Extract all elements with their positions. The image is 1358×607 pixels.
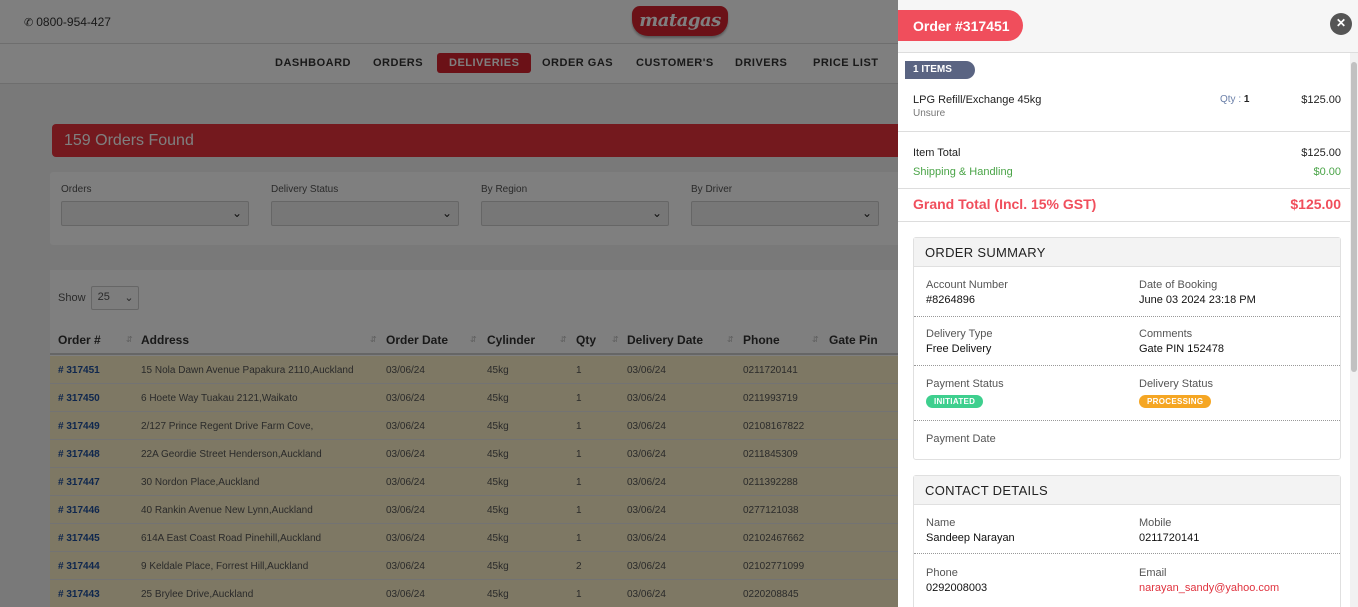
contact-phone-label: Phone — [926, 567, 958, 579]
account-number: Account Number #8264896 — [926, 279, 1008, 306]
delivery-type: Delivery Type Free Delivery — [926, 328, 992, 355]
divider — [898, 131, 1350, 132]
delivery-status: Delivery Status PROCESSING — [1139, 378, 1213, 408]
contact-name-value: Sandeep Narayan — [926, 532, 1015, 544]
contact-email: Email narayan_sandy@yahoo.com — [1139, 567, 1279, 594]
contact-email-link[interactable]: narayan_sandy@yahoo.com — [1139, 582, 1279, 594]
item-qty-label: Qty : — [1220, 94, 1242, 105]
order-summary-card: ORDER SUMMARY Account Number #8264896 Da… — [913, 237, 1341, 460]
scrollbar-thumb[interactable] — [1351, 62, 1357, 372]
delivery-status-label: Delivery Status — [1139, 378, 1213, 390]
booking-date: Date of Booking June 03 2024 23:18 PM — [1139, 279, 1256, 306]
item-name: LPG Refill/Exchange 45kg — [913, 94, 1042, 106]
contact-email-label: Email — [1139, 567, 1167, 579]
divider — [914, 553, 1340, 554]
payment-date-label: Payment Date — [926, 433, 996, 445]
booking-date-label: Date of Booking — [1139, 279, 1218, 291]
order-detail-panel: Order #317451 ✕ 1 ITEMS LPG Refill/Excha… — [898, 0, 1358, 607]
contact-name: Name Sandeep Narayan — [926, 517, 1015, 544]
contact-details-card: CONTACT DETAILS Name Sandeep Narayan Mob… — [913, 475, 1341, 607]
panel-header: Order #317451 ✕ — [898, 0, 1358, 53]
panel-scrollbar[interactable] — [1350, 53, 1358, 607]
payment-status-label: Payment Status — [926, 378, 1004, 390]
item-total-value: $125.00 — [1301, 147, 1341, 159]
divider — [914, 316, 1340, 317]
divider — [898, 221, 1350, 222]
contact-mobile-label: Mobile — [1139, 517, 1172, 529]
comments-label: Comments — [1139, 328, 1193, 340]
divider — [914, 365, 1340, 366]
item-qty: Qty : 1 — [1220, 94, 1249, 105]
delivery-type-value: Free Delivery — [926, 343, 992, 355]
grand-total-value: $125.00 — [1290, 196, 1341, 212]
contact-name-label: Name — [926, 517, 956, 529]
order-summary-title: ORDER SUMMARY — [914, 238, 1340, 267]
close-icon[interactable]: ✕ — [1330, 13, 1352, 35]
order-number-title: Order #317451 — [898, 10, 1023, 41]
comments-value: Gate PIN 152478 — [1139, 343, 1225, 355]
modal-backdrop[interactable] — [0, 0, 898, 607]
item-qty-value: 1 — [1243, 94, 1250, 105]
payment-date: Payment Date — [926, 433, 996, 448]
contact-details-title: CONTACT DETAILS — [914, 476, 1340, 505]
items-count-badge: 1 ITEMS — [905, 61, 975, 79]
shipping-label: Shipping & Handling — [913, 166, 1013, 178]
account-number-value: #8264896 — [926, 294, 975, 306]
contact-phone-value: 0292008003 — [926, 582, 988, 594]
shipping-value: $0.00 — [1313, 166, 1341, 178]
comments: Comments Gate PIN 152478 — [1139, 328, 1224, 355]
account-number-label: Account Number — [926, 279, 1008, 291]
item-variant: Unsure — [913, 108, 946, 119]
grand-total-label: Grand Total (Incl. 15% GST) — [913, 196, 1097, 212]
item-price: $125.00 — [1301, 94, 1341, 106]
contact-mobile: Mobile 0211720141 — [1139, 517, 1199, 544]
delivery-status-badge: PROCESSING — [1139, 395, 1212, 408]
booking-date-value: June 03 2024 23:18 PM — [1139, 294, 1256, 306]
item-total-label: Item Total — [913, 147, 961, 159]
divider — [914, 420, 1340, 421]
payment-status-badge: INITIATED — [926, 395, 984, 408]
divider — [898, 188, 1350, 189]
contact-phone: Phone 0292008003 — [926, 567, 987, 594]
delivery-type-label: Delivery Type — [926, 328, 993, 340]
contact-mobile-value: 0211720141 — [1139, 532, 1200, 544]
payment-status: Payment Status INITIATED — [926, 378, 1004, 408]
